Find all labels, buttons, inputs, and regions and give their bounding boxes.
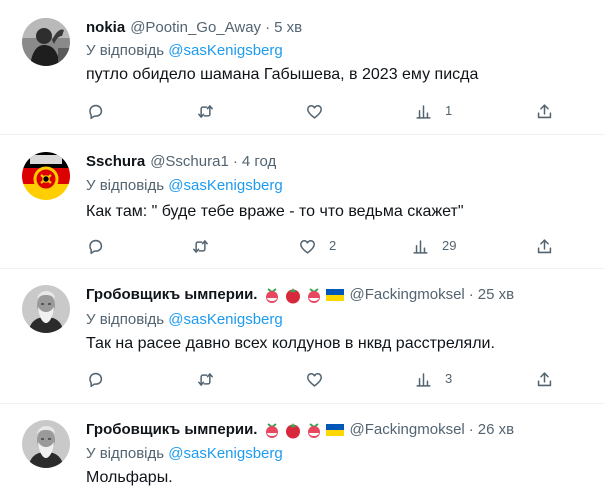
replying-to: У відповідь @sasKenigsberg bbox=[86, 310, 283, 330]
timestamp[interactable]: 5 хв bbox=[274, 18, 302, 38]
reply-prefix: У відповідь bbox=[86, 42, 165, 59]
tweet-text: Как там: " буде тебе враже - то что ведь… bbox=[86, 203, 464, 220]
tweet-header: Sschura @Sschura1 · 4 год bbox=[86, 152, 276, 172]
tweet-1[interactable]: nokia @Pootin_Go_Away · 5 хв У відповідь… bbox=[0, 0, 605, 134]
reply-button[interactable] bbox=[86, 367, 117, 391]
views-button[interactable]: 3 bbox=[414, 367, 452, 391]
mention-link[interactable]: @sasKenigsberg bbox=[168, 42, 282, 59]
heart-icon bbox=[307, 372, 322, 387]
tomato-emoji-icon bbox=[286, 288, 301, 304]
avatar[interactable] bbox=[22, 420, 70, 468]
display-name[interactable]: Гробовщикъ ымперии. bbox=[86, 285, 257, 305]
reply-icon bbox=[89, 239, 103, 254]
tweet-header: Гробовщикъ ымперии. @Fackingmoksel · 26 … bbox=[86, 420, 514, 440]
timestamp[interactable]: 26 хв bbox=[478, 420, 514, 440]
like-count: 2 bbox=[329, 238, 337, 253]
reply-prefix: У відповідь bbox=[86, 311, 165, 328]
user-handle[interactable]: @Sschura1 bbox=[150, 152, 229, 172]
tweet-2[interactable]: Sschura @Sschura1 · 4 год У відповідь @s… bbox=[0, 135, 605, 268]
tweet-text: путло обидело шамана Габышева, в 2023 ем… bbox=[86, 66, 479, 83]
action-bar: 1 bbox=[0, 99, 605, 123]
reply-icon bbox=[89, 104, 103, 119]
views-icon bbox=[413, 239, 428, 254]
timestamp[interactable]: 4 год bbox=[242, 152, 276, 172]
replying-to: У відповідь @sasKenigsberg bbox=[86, 41, 283, 61]
reply-button[interactable] bbox=[86, 99, 117, 123]
separator: · bbox=[468, 286, 474, 303]
views-icon bbox=[416, 104, 431, 119]
share-icon bbox=[537, 238, 552, 253]
like-button[interactable] bbox=[305, 367, 336, 391]
mention-link[interactable]: @sasKenigsberg bbox=[168, 311, 282, 328]
name-emojis bbox=[263, 286, 345, 304]
tweet-text: Так на расее давно всех колдунов в нквд … bbox=[86, 335, 495, 352]
views-button[interactable]: 29 bbox=[411, 234, 456, 258]
avatar[interactable] bbox=[22, 285, 70, 333]
tweet-header: nokia @Pootin_Go_Away · 5 хв bbox=[86, 18, 302, 38]
action-bar: 2 29 bbox=[0, 234, 605, 258]
tweet-header: Гробовщикъ ымперии. @Fackingmoksel · 25 … bbox=[86, 285, 514, 305]
reply-icon bbox=[89, 372, 103, 387]
share-icon bbox=[537, 103, 552, 118]
display-name[interactable]: Sschura bbox=[86, 152, 145, 172]
old-man-portrait-icon bbox=[22, 285, 70, 333]
like-button[interactable] bbox=[305, 99, 336, 123]
separator: · bbox=[265, 19, 271, 36]
timestamp[interactable]: 25 хв bbox=[478, 285, 514, 305]
retweet-button[interactable] bbox=[196, 99, 227, 123]
action-bar: 3 bbox=[0, 367, 605, 391]
reply-feed: nokia @Pootin_Go_Away · 5 хв У відповідь… bbox=[0, 0, 605, 494]
radish-emoji-icon bbox=[308, 288, 321, 303]
radish-emoji-icon bbox=[308, 423, 321, 438]
replying-to: У відповідь @sasKenigsberg bbox=[86, 176, 283, 196]
share-button[interactable] bbox=[535, 367, 554, 391]
user-handle[interactable]: @Pootin_Go_Away bbox=[130, 18, 261, 38]
user-handle[interactable]: @Fackingmoksel bbox=[349, 420, 464, 440]
heart-icon bbox=[300, 239, 315, 254]
retweet-icon bbox=[198, 104, 213, 118]
share-button[interactable] bbox=[535, 99, 554, 123]
separator: · bbox=[232, 153, 238, 170]
tomato-emoji-icon bbox=[286, 423, 301, 439]
views-count: 3 bbox=[445, 371, 453, 386]
display-name[interactable]: Гробовщикъ ымперии. bbox=[86, 420, 257, 440]
reply-button[interactable] bbox=[86, 234, 117, 258]
gdr-flag-emblem-icon bbox=[22, 152, 70, 200]
retweet-icon bbox=[193, 239, 208, 253]
views-button[interactable]: 1 bbox=[414, 99, 452, 123]
separator: · bbox=[468, 421, 474, 438]
name-emojis bbox=[263, 421, 345, 439]
tweet-3[interactable]: Гробовщикъ ымперии. @Fackingmoksel · 25 … bbox=[0, 269, 605, 403]
mention-link[interactable]: @sasKenigsberg bbox=[168, 177, 282, 194]
like-button[interactable]: 2 bbox=[298, 234, 336, 258]
avatar[interactable] bbox=[22, 18, 70, 66]
views-icon bbox=[416, 372, 431, 387]
mention-link[interactable]: @sasKenigsberg bbox=[168, 445, 282, 462]
user-handle[interactable]: @Fackingmoksel bbox=[349, 285, 464, 305]
radish-emoji-icon bbox=[266, 288, 279, 303]
ukraine-flag-emoji-icon bbox=[326, 289, 345, 301]
share-icon bbox=[537, 371, 552, 386]
display-name[interactable]: nokia bbox=[86, 18, 125, 38]
replying-to: У відповідь @sasKenigsberg bbox=[86, 444, 283, 464]
ukraine-flag-emoji-icon bbox=[326, 424, 345, 436]
retweet-button[interactable] bbox=[191, 234, 222, 258]
retweet-icon bbox=[198, 372, 213, 386]
share-button[interactable] bbox=[535, 234, 554, 258]
reply-prefix: У відповідь bbox=[86, 177, 165, 194]
retweet-button[interactable] bbox=[196, 367, 227, 391]
avatar[interactable] bbox=[22, 152, 70, 200]
bw-photo-person-icon bbox=[22, 18, 70, 66]
old-man-portrait-icon bbox=[22, 420, 70, 468]
views-count: 1 bbox=[445, 103, 453, 118]
tweet-text: Мольфары. bbox=[86, 469, 173, 486]
heart-icon bbox=[307, 104, 322, 119]
tweet-4[interactable]: Гробовщикъ ымперии. @Fackingmoksel · 26 … bbox=[0, 404, 605, 494]
views-count: 29 bbox=[442, 238, 457, 253]
radish-emoji-icon bbox=[266, 423, 279, 438]
reply-prefix: У відповідь bbox=[86, 445, 165, 462]
